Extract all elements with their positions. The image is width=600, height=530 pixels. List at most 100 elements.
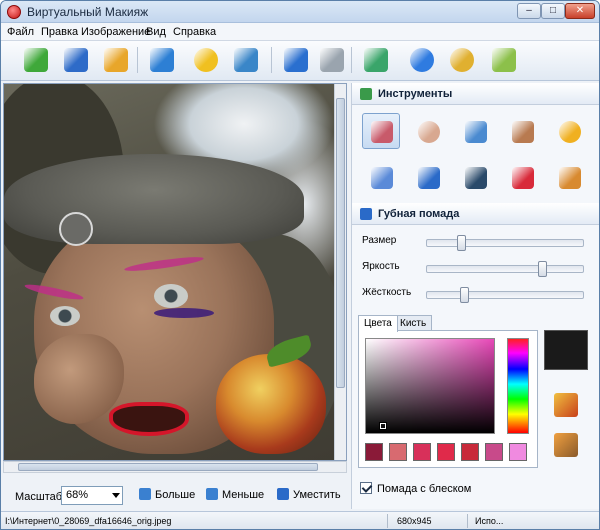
tool-brush[interactable] [362,113,400,149]
photo [4,84,334,460]
tool-face[interactable] [550,159,588,195]
zoom-label: Масштаб [15,491,63,503]
smiley-button[interactable] [191,45,221,75]
app-window: Виртуальный Макияж – □ ✕ Файл Правка Изо… [0,0,600,530]
lipstick-panel-title: Губная помада [378,208,460,220]
coins-button[interactable] [447,45,477,75]
menu-edit[interactable]: Правка [41,26,78,38]
tools-icon [360,88,372,100]
tool-palette[interactable] [456,113,494,149]
horizontal-scrollbar[interactable] [3,461,347,473]
coins-icon [450,48,474,72]
eye-icon [465,167,487,189]
zoom-in-label: Больше [155,489,196,501]
menu-help[interactable]: Справка [173,26,216,38]
zoom-value: 68% [66,489,89,501]
toolbar [1,41,599,81]
tool-foundation[interactable] [503,113,541,149]
hue-slider[interactable] [507,338,529,434]
open-icon [24,48,48,72]
tool-lips[interactable] [503,159,541,195]
fit-button[interactable]: Уместить [277,488,341,501]
image-canvas[interactable] [3,83,347,461]
close-button[interactable]: ✕ [565,3,595,19]
menu-bar: Файл Правка Изображение Вид Справка [1,23,599,41]
slider-track[interactable] [426,235,584,251]
monitor-icon [234,48,258,72]
color-marker[interactable] [379,422,387,430]
magnifier-minus-icon [206,488,218,500]
redo-icon [320,48,344,72]
brush-icon [371,121,393,143]
slider-track[interactable] [426,261,584,277]
magnifier-plus-icon [139,488,151,500]
slider-label: Жёсткость [362,287,412,298]
tab-brush[interactable]: Кисть [394,315,433,331]
monitor-button[interactable] [231,45,261,75]
minimize-button[interactable]: – [517,3,541,19]
gloss-checkbox-row[interactable]: Помада с блеском [360,482,471,498]
export-button[interactable] [361,45,391,75]
eyedropper-icon[interactable] [554,433,578,457]
zoom-select[interactable]: 68% [61,486,123,505]
slider-thumb[interactable] [457,235,466,251]
undo-button[interactable] [281,45,311,75]
tool-powder[interactable] [409,113,447,149]
status-bar: I:\Интернет\0_28069_dfa16646_orig.jpeg 6… [1,511,599,529]
book-icon [150,48,174,72]
tools-panel-header: Инструменты [352,83,599,105]
right-eye [154,284,188,308]
export-icon [364,48,388,72]
chevron-down-icon[interactable] [112,493,120,498]
status-extra: Испо... [475,516,504,526]
mouth-shape [109,402,189,436]
vertical-scrollbar[interactable] [334,84,346,460]
book-button[interactable] [147,45,177,75]
saturation-value-square[interactable] [365,338,495,434]
tab-colors[interactable]: Цвета [358,315,398,332]
vertical-scroll-thumb[interactable] [336,98,345,388]
redo-button[interactable] [317,45,347,75]
print-button[interactable] [101,45,131,75]
eraser-icon[interactable] [554,393,578,417]
sun-icon [559,121,581,143]
smiley-icon [194,48,218,72]
palette-icon [465,121,487,143]
gloss-checkbox[interactable] [360,482,372,494]
open-button[interactable] [21,45,51,75]
horizontal-scroll-thumb[interactable] [18,463,318,471]
color-swatch[interactable] [365,443,383,461]
color-swatch[interactable] [437,443,455,461]
color-swatch[interactable] [461,443,479,461]
right-eyeshadow [154,308,214,318]
toolbar-separator [137,47,138,73]
maximize-button[interactable]: □ [541,3,565,19]
tool-eyeshadow[interactable] [362,159,400,195]
zoom-out-button[interactable]: Меньше [206,488,264,501]
color-swatch[interactable] [485,443,503,461]
fit-label: Уместить [293,489,341,501]
current-color-preview [544,330,588,370]
zoom-in-button[interactable]: Больше [139,488,195,501]
slider-track[interactable] [426,287,584,303]
toolbar-separator [271,47,272,73]
color-swatch[interactable] [413,443,431,461]
color-swatch[interactable] [389,443,407,461]
color-swatch[interactable] [509,443,527,461]
left-eye [50,306,80,326]
save-button[interactable] [61,45,91,75]
tool-pencil[interactable] [409,159,447,195]
status-file-path: I:\Интернет\0_28069_dfa16646_orig.jpeg [5,516,172,526]
slider-thumb[interactable] [460,287,469,303]
tool-sun[interactable] [550,113,588,149]
menu-image[interactable]: Изображение [81,26,150,38]
cap-shape [4,154,304,244]
menu-view[interactable]: Вид [146,26,166,38]
title-bar[interactable]: Виртуальный Макияж – □ ✕ [1,1,599,23]
slider-thumb[interactable] [538,261,547,277]
apple-shape [216,354,326,454]
package-button[interactable] [489,45,519,75]
info-button[interactable] [407,45,437,75]
tool-eye[interactable] [456,159,494,195]
menu-file[interactable]: Файл [7,26,34,38]
